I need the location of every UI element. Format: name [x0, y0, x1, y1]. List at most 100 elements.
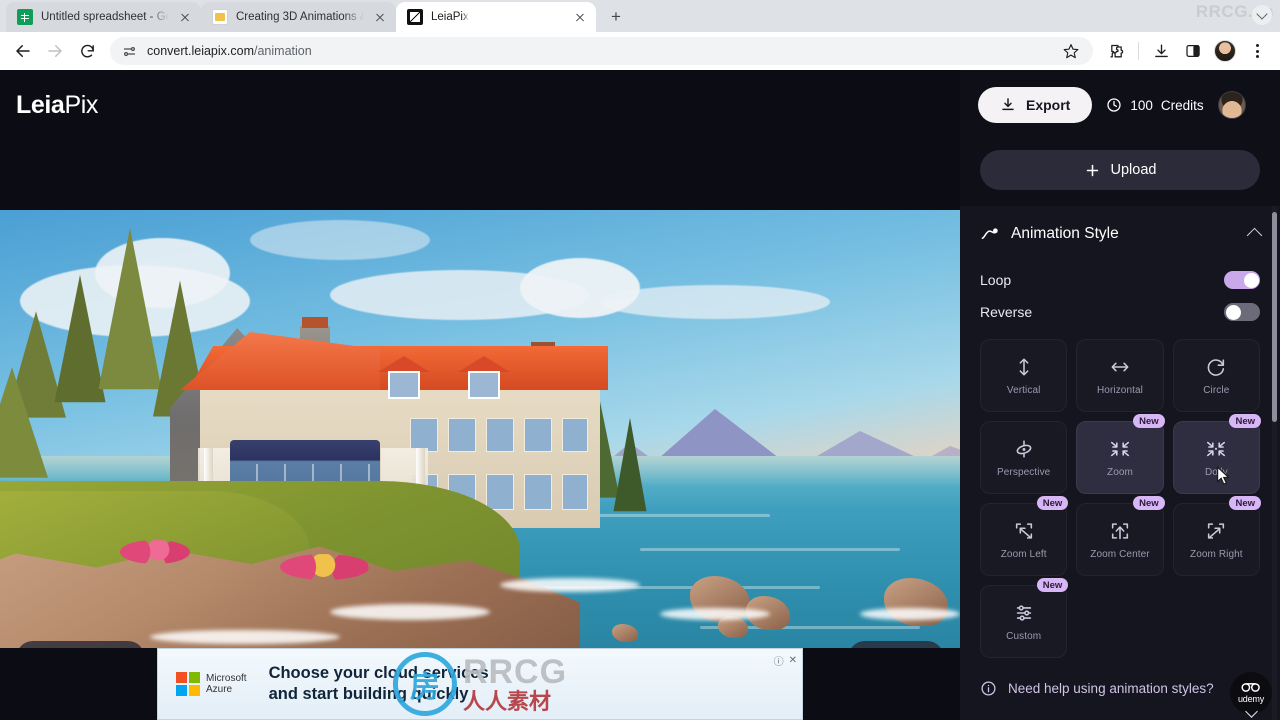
zoom-in-arrows-icon: [1110, 441, 1130, 456]
microsoft-squares-icon: [176, 672, 200, 696]
settings-sidebar: Export 100 Credits Upload Animation Styl…: [960, 70, 1280, 720]
style-card-perspective[interactable]: Perspective: [980, 421, 1068, 494]
loop-setting[interactable]: Loop: [980, 265, 1260, 295]
style-label: Circle: [1203, 384, 1230, 396]
new-badge: New: [1229, 414, 1261, 428]
new-badge: New: [1133, 414, 1165, 428]
style-label: Zoom Left: [1000, 548, 1047, 560]
download-icon: [1002, 98, 1014, 111]
back-button[interactable]: [8, 36, 38, 66]
browser-tab-active[interactable]: LeiaPix: [396, 2, 596, 32]
ad-headline: Choose your cloud services and start bui…: [269, 663, 489, 705]
profile-avatar[interactable]: [1210, 36, 1240, 66]
style-card-zoom-center[interactable]: New Zoom Center: [1076, 496, 1165, 576]
style-label: Zoom Right: [1189, 548, 1243, 560]
style-card-custom[interactable]: New Custom: [980, 578, 1069, 658]
style-card-circle[interactable]: Circle: [1172, 339, 1260, 412]
close-icon[interactable]: [572, 9, 588, 25]
style-card-zoom-left[interactable]: New Zoom Left: [980, 496, 1069, 576]
loop-toggle[interactable]: [1224, 271, 1260, 289]
forward-button[interactable]: [40, 36, 70, 66]
dolly-arrows-icon: [1207, 441, 1226, 456]
flower-bed: [120, 540, 190, 564]
reverse-setting[interactable]: Reverse: [980, 297, 1260, 327]
animation-style-grid: Vertical Horizontal Circle Perspective N…: [980, 339, 1261, 658]
style-label: Vertical: [1006, 384, 1041, 396]
browser-window: Untitled spreadsheet - Googl Creating 3D…: [0, 0, 1280, 720]
chevron-down-icon[interactable]: [1252, 5, 1272, 25]
side-panel-icon[interactable]: [1178, 36, 1208, 66]
upload-button[interactable]: Upload: [980, 150, 1260, 190]
window: [448, 418, 476, 452]
ad-headline-line1: Choose your cloud services: [268, 663, 489, 682]
browser-tab[interactable]: Creating 3D Animations & Ga: [201, 2, 396, 32]
sidebar-scroll-area[interactable]: Animation Style Loop Reverse Vertical Ho…: [960, 206, 1280, 720]
new-badge: New: [1036, 496, 1069, 510]
rock: [612, 624, 638, 642]
credits-display[interactable]: 100 Credits: [1106, 97, 1204, 113]
sheets-icon: [17, 9, 33, 25]
ad-info-icon[interactable]: ⓘ: [774, 653, 784, 668]
style-card-zoom[interactable]: New Zoom: [1076, 414, 1165, 494]
udemy-icon: [212, 9, 228, 25]
new-badge: New: [1229, 496, 1261, 510]
leiapix-logo[interactable]: LeiaPix: [16, 91, 98, 120]
ad-container: Microsoft Azure Choose your cloud servic…: [0, 648, 960, 720]
style-card-vertical[interactable]: Vertical: [980, 339, 1068, 412]
tab-strip: Untitled spreadsheet - Googl Creating 3D…: [0, 0, 1280, 32]
azure-ad[interactable]: Microsoft Azure Choose your cloud servic…: [157, 648, 803, 720]
dormer-window: [378, 356, 430, 400]
animation-style-header[interactable]: Animation Style: [980, 206, 1263, 265]
window: [486, 418, 514, 452]
new-badge: New: [1133, 496, 1165, 510]
cloud: [600, 285, 830, 319]
url-text: convert.leiapix.com/animation: [147, 44, 312, 58]
ad-close-icon[interactable]: ✕: [789, 655, 797, 666]
new-badge: New: [1036, 578, 1069, 592]
animation-preview[interactable]: Full Screen Reset: [0, 210, 960, 691]
reverse-toggle[interactable]: [1224, 303, 1260, 321]
credits-value: 100: [1130, 97, 1153, 113]
sliders-icon: [1016, 604, 1031, 621]
reload-button[interactable]: [72, 36, 102, 66]
ad-headline-line2: and start building quickly: [268, 685, 469, 703]
horizontal-arrow-icon: [1111, 362, 1129, 371]
style-card-horizontal[interactable]: Horizontal: [1076, 339, 1164, 412]
style-card-zoom-right[interactable]: New Zoom Right: [1172, 496, 1261, 576]
sea-foam: [860, 608, 960, 620]
flower-bed: [280, 554, 370, 580]
export-label: Export: [1026, 97, 1071, 113]
ad-controls[interactable]: ⓘ ✕: [774, 653, 797, 668]
scrollbar-thumb[interactable]: [1272, 212, 1277, 422]
three-dot-menu-icon[interactable]: [1242, 36, 1272, 66]
clock-icon: [1107, 98, 1121, 112]
viewer-pane: LeiaPix Microsoft Azure Choose your clou…: [0, 70, 960, 720]
close-icon[interactable]: [177, 9, 193, 25]
site-settings-icon[interactable]: [121, 43, 138, 60]
browser-tab[interactable]: Untitled spreadsheet - Googl: [6, 2, 201, 32]
new-tab-button[interactable]: +: [602, 2, 630, 30]
help-link[interactable]: Need help using animation styles?: [980, 680, 1260, 697]
udemy-logo-icon: [1241, 683, 1260, 692]
close-icon[interactable]: [372, 9, 388, 25]
style-label: Perspective: [996, 466, 1051, 478]
export-button[interactable]: Export: [978, 87, 1093, 123]
app-header: LeiaPix: [0, 70, 960, 140]
tab-title: LeiaPix: [431, 11, 469, 23]
star-icon[interactable]: [1059, 39, 1083, 63]
address-bar[interactable]: convert.leiapix.com/animation: [110, 37, 1093, 65]
extensions-icon[interactable]: [1101, 36, 1131, 66]
udemy-badge[interactable]: udemy: [1230, 672, 1272, 718]
download-icon[interactable]: [1146, 36, 1176, 66]
perspective-icon: [1016, 439, 1032, 458]
window: [562, 418, 588, 452]
tab-title: Creating 3D Animations & Ga: [236, 11, 364, 23]
style-card-dolly[interactable]: New Dolly: [1172, 414, 1261, 494]
user-avatar[interactable]: [1217, 91, 1246, 119]
vertical-arrow-icon: [1019, 358, 1029, 375]
url-host: convert.leiapix.com: [147, 44, 254, 58]
window: [562, 474, 588, 510]
logo-bold: Leia: [16, 90, 65, 119]
reverse-label: Reverse: [980, 304, 1033, 320]
chevron-up-icon[interactable]: [1246, 227, 1263, 244]
